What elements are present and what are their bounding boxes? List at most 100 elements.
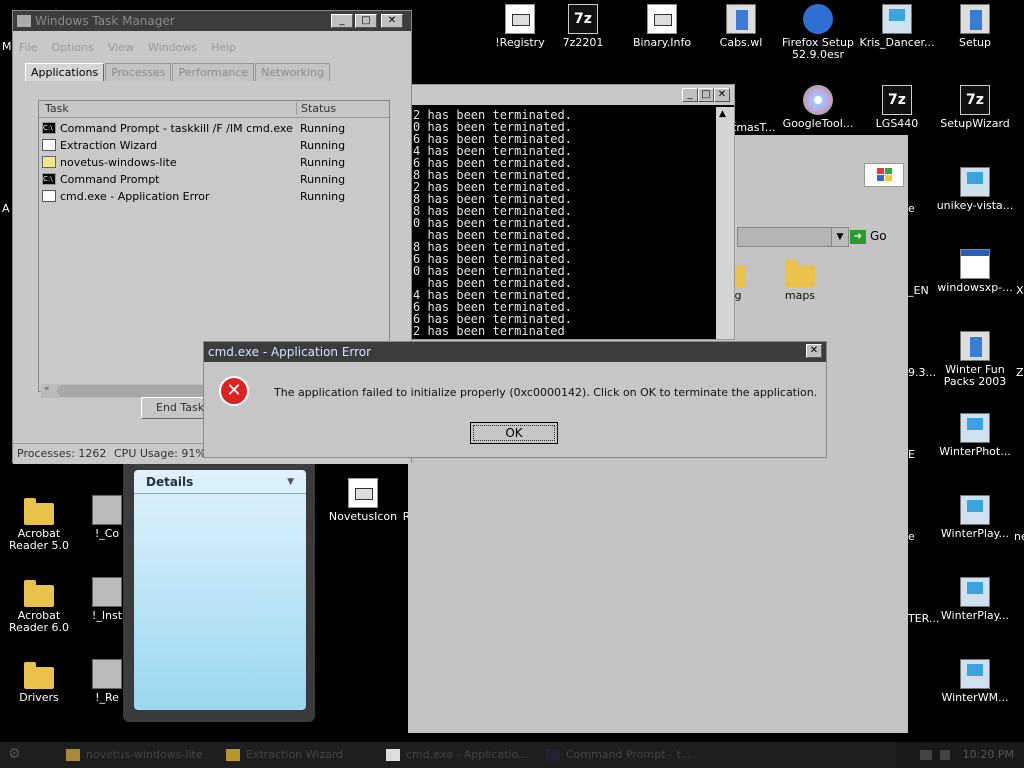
7z-file-icon: 7z: [960, 85, 990, 115]
details-panel: Details ▼: [123, 460, 315, 722]
close-button[interactable]: ✕: [714, 88, 730, 102]
archive-icon: [42, 156, 56, 168]
table-row[interactable]: Extraction Wizard Running: [42, 137, 382, 154]
maximize-button[interactable]: □: [698, 88, 714, 102]
pc-file-icon: [960, 413, 990, 443]
desktop-icon[interactable]: GoogleTool...: [773, 85, 863, 130]
task-name: novetus-windows-lite: [60, 156, 177, 169]
menu-item-options[interactable]: Options: [51, 41, 93, 54]
details-header[interactable]: Details ▼: [134, 470, 306, 494]
gray-file-icon: [92, 659, 122, 689]
taskbar-item[interactable]: cmd.exe - Applicatio...: [386, 745, 529, 765]
taskbar-item[interactable]: Extraction Wizard: [226, 745, 343, 765]
desktop-icon-label: 7z2201: [562, 36, 604, 49]
tab-applications[interactable]: Applications: [25, 63, 105, 81]
tab-bar: Applications Processes Performance Networki…: [25, 63, 331, 81]
folder-file-icon: [24, 662, 54, 689]
partial-icon-label: _EN: [908, 284, 929, 297]
desktop-icon[interactable]: Binary.Info: [617, 4, 707, 49]
address-dropdown-icon[interactable]: ▼: [831, 228, 848, 246]
scrollbar-thumb[interactable]: [57, 385, 217, 397]
desktop-icon[interactable]: Firefox Setup 52.9.0esr: [773, 4, 863, 61]
table-row[interactable]: novetus-windows-lite Running: [42, 154, 382, 171]
tm-close-button[interactable]: ✕: [381, 14, 403, 28]
setup-file-icon: [726, 4, 756, 34]
task-name: Command Prompt - taskkill /F /IM cmd.exe: [60, 122, 293, 135]
ok-button[interactable]: OK: [470, 422, 558, 444]
7z-file-icon: 7z: [568, 4, 598, 34]
desktop-icon[interactable]: 7z SetupWizard: [930, 85, 1020, 130]
taskbar-item[interactable]: Command Prompt - t...: [546, 745, 691, 765]
desktop-icon[interactable]: unikey-vista...: [930, 167, 1020, 212]
taskbar-item-icon: [226, 749, 240, 761]
desktop-icon[interactable]: Winter Fun Packs 2003: [930, 331, 1020, 388]
volume-icon[interactable]: [940, 750, 950, 760]
address-bar[interactable]: ▼: [737, 227, 849, 247]
desktop-icon[interactable]: Setup: [930, 4, 1020, 49]
task-manager-title: Windows Task Manager: [35, 14, 175, 28]
column-task[interactable]: Task: [45, 102, 69, 115]
chevron-down-icon[interactable]: ▼: [287, 470, 294, 494]
taskbar-item-icon: [546, 749, 560, 761]
windows-logo-icon: [864, 163, 904, 187]
console-scrollbar[interactable]: ▲: [716, 107, 734, 339]
column-status[interactable]: Status: [296, 102, 389, 115]
setup-file-icon: [960, 331, 990, 361]
horizontal-scrollbar[interactable]: «: [41, 384, 217, 398]
tab-processes[interactable]: Processes: [105, 63, 172, 81]
desktop-icon[interactable]: WinterPlay...: [930, 577, 1020, 622]
keyboard-icon[interactable]: [920, 750, 932, 760]
go-button[interactable]: ➜ Go: [850, 227, 900, 245]
taskbar-item[interactable]: novetus-windows-lite: [66, 745, 203, 765]
menu-item-windows[interactable]: Windows: [148, 41, 197, 54]
desktop-icon[interactable]: WinterPlay...: [930, 495, 1020, 540]
taskbar: ⚙ novetus-windows-lite Extraction Wizard c…: [0, 742, 1024, 768]
scroll-left-icon[interactable]: «: [44, 384, 50, 394]
partial-icon-label: e: [908, 530, 915, 543]
error-close-button[interactable]: ✕: [806, 344, 822, 358]
desktop-icon[interactable]: Kris_Dancer...: [852, 4, 942, 49]
command-prompt-icon: C:\: [42, 122, 56, 134]
error-dialog-title: cmd.exe - Application Error: [208, 345, 372, 359]
doc-file-icon: [647, 4, 677, 34]
error-dialog[interactable]: cmd.exe - Application Error ✕ ✕ The appl…: [203, 341, 827, 458]
desktop-icon[interactable]: 7z LGS440: [852, 85, 942, 130]
tab-performance[interactable]: Performance: [172, 63, 255, 81]
desktop-icon[interactable]: 7z 7z2201: [538, 4, 628, 49]
go-arrow-icon: ➜: [850, 229, 866, 244]
partial-icon-label: tmasT...: [732, 121, 776, 134]
desktop-icon-label: WinterPhot...: [939, 445, 1011, 458]
task-name: Extraction Wizard: [60, 139, 158, 152]
table-row[interactable]: C:\ Command Prompt - taskkill /F /IM cmd.…: [42, 120, 382, 137]
tm-minimize-button[interactable]: _: [331, 14, 353, 28]
scroll-up-icon[interactable]: ▲: [719, 109, 726, 119]
desktop-icon[interactable]: WinterWM...: [930, 659, 1020, 704]
minimize-button[interactable]: _: [682, 88, 698, 102]
task-list-header: Task Status: [39, 101, 389, 118]
desktop-icon-label: WinterPlay...: [940, 609, 1010, 622]
partial-icon-label: 9.3...: [908, 366, 936, 379]
error-icon: ✕: [219, 376, 249, 406]
menu-item-file[interactable]: File: [19, 41, 37, 54]
folder-item[interactable]: maps: [770, 257, 830, 302]
menu-item-view[interactable]: View: [108, 41, 134, 54]
web-file-icon: [803, 4, 833, 34]
system-tray: 10:20 PM: [896, 742, 1024, 768]
table-row[interactable]: C:\ Command Prompt Running: [42, 171, 382, 188]
desktop-icon[interactable]: WinterPhot...: [930, 413, 1020, 458]
desktop-icon-label: Firefox Setup 52.9.0esr: [782, 36, 854, 61]
desktop-icon-label: LGS440: [875, 117, 919, 130]
desktop-icon-label: Binary.Info: [632, 36, 692, 49]
task-manager-app-icon: [17, 15, 31, 27]
table-row[interactable]: cmd.exe - Application Error Running: [42, 188, 382, 205]
error-dialog-titlebar[interactable]: cmd.exe - Application Error: [204, 342, 826, 362]
task-name: cmd.exe - Application Error: [60, 190, 210, 203]
console-window[interactable]: _ □ ✕ 2 has been terminated. 0 has been t…: [408, 84, 735, 340]
desktop-icon[interactable]: windowsxp-...: [930, 249, 1020, 294]
tab-networking[interactable]: Networking: [255, 63, 331, 81]
start-button[interactable]: ⚙: [8, 746, 38, 764]
task-status: Running: [300, 156, 346, 169]
partial-icon-label: A: [2, 202, 10, 215]
tm-maximize-button[interactable]: □: [355, 14, 377, 28]
menu-item-help[interactable]: Help: [211, 41, 236, 54]
